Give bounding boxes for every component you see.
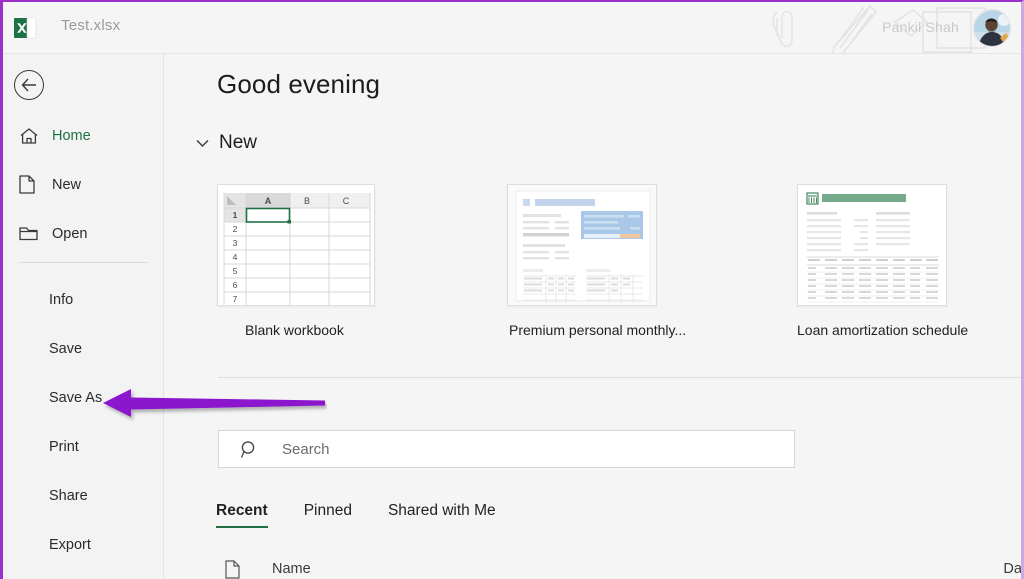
column-header-date[interactable]: Dat <box>1003 561 1021 577</box>
page-title: Good evening <box>217 69 381 99</box>
blank-workbook-thumbnail: A B C 1 2 3 4 5 6 7 <box>217 184 375 306</box>
template-gallery: A B C 1 2 3 4 5 6 7 Blank workbook Premi… <box>217 184 1017 344</box>
title-bar: Test.xlsx Pankil Shah <box>3 2 1021 54</box>
paperclip-icon <box>772 10 793 48</box>
sidebar-item-label: New <box>52 176 82 193</box>
sidebar-item-label: Info <box>49 291 74 308</box>
sidebar-item-print[interactable]: Print <box>3 422 164 471</box>
sidebar-top-nav: Home New Open Info Save Save As Print Sh… <box>3 119 164 569</box>
back-button[interactable] <box>14 70 44 100</box>
sidebar-item-save[interactable]: Save <box>3 324 164 373</box>
search-placeholder: Search <box>282 440 330 458</box>
document-title: Test.xlsx <box>61 17 121 34</box>
sidebar-item-label: Save <box>49 340 83 357</box>
file-list-header: Name Dat <box>218 554 1021 579</box>
template-label: Premium personal monthly... <box>509 322 687 338</box>
svg-text:7: 7 <box>233 294 238 304</box>
sidebar-item-new[interactable]: New <box>3 168 164 201</box>
sidebar-item-open[interactable]: Open <box>3 217 164 250</box>
svg-text:4: 4 <box>233 252 238 262</box>
svg-text:5: 5 <box>233 266 238 276</box>
svg-text:6: 6 <box>233 280 238 290</box>
tab-pinned[interactable]: Pinned <box>304 502 352 528</box>
sidebar-divider <box>19 262 148 263</box>
open-folder-icon <box>19 225 45 242</box>
file-list-tabs: Recent Pinned Shared with Me <box>216 502 532 528</box>
tab-shared-with-me[interactable]: Shared with Me <box>388 502 496 528</box>
sidebar-item-info[interactable]: Info <box>3 275 164 324</box>
sidebar-item-label: Home <box>52 127 91 144</box>
chevron-down-icon <box>190 139 214 148</box>
tab-recent[interactable]: Recent <box>216 502 268 528</box>
sidebar-item-label: Open <box>52 225 88 242</box>
tab-label: Shared with Me <box>387 502 496 519</box>
sidebar-item-save-as[interactable]: Save As <box>3 373 164 422</box>
document-icon <box>218 559 246 579</box>
main-content: Good evening New A B C 1 2 3 4 5 6 7 Bla… <box>164 54 1021 579</box>
svg-text:B: B <box>304 196 310 206</box>
loan-amortization-schedule-thumbnail <box>797 184 947 306</box>
sidebar-item-label: Save As <box>49 389 103 406</box>
content-divider <box>218 377 1021 378</box>
sidebar-item-home[interactable]: Home <box>3 119 164 152</box>
search-input[interactable]: Search <box>218 430 795 468</box>
template-label: Blank workbook <box>245 322 344 338</box>
sidebar-item-label: Print <box>49 438 79 455</box>
svg-text:A: A <box>265 196 272 206</box>
sidebar-item-share[interactable]: Share <box>3 471 164 520</box>
column-header-name[interactable]: Name <box>272 561 311 577</box>
template-card-blank-workbook[interactable]: A B C 1 2 3 4 5 6 7 Blank workbook <box>217 184 509 338</box>
excel-icon <box>14 17 37 39</box>
excel-backstage-window: Test.xlsx Pankil Shah Home New Open Info… <box>0 0 1024 579</box>
svg-text:1: 1 <box>233 210 238 220</box>
header-decorative-pattern <box>772 4 986 53</box>
svg-text:3: 3 <box>233 238 238 248</box>
svg-text:C: C <box>343 196 350 206</box>
premium-personal-monthly-budget-thumbnail <box>507 184 657 306</box>
template-label: Loan amortization schedule <box>797 322 969 338</box>
home-icon <box>19 127 45 145</box>
search-icon <box>240 440 259 459</box>
user-name-label: Pankil Shah <box>882 19 959 35</box>
svg-text:2: 2 <box>233 224 238 234</box>
template-card-loan-amortization-schedule[interactable]: Loan amortization schedule <box>797 184 1021 338</box>
back-arrow-icon <box>21 78 36 92</box>
tab-label: Pinned <box>303 502 352 519</box>
avatar[interactable] <box>973 9 1011 47</box>
pencil-icon <box>831 4 877 53</box>
tab-label: Recent <box>216 502 268 519</box>
new-section-label: New <box>219 132 258 153</box>
new-document-icon <box>19 175 45 194</box>
sidebar-item-label: Share <box>49 487 88 504</box>
new-section-header[interactable]: New <box>190 132 257 154</box>
template-card-premium-personal-monthly[interactable]: Premium personal monthly... <box>507 184 799 338</box>
sidebar: Home New Open Info Save Save As Print Sh… <box>3 54 164 579</box>
sidebar-item-export[interactable]: Export <box>3 520 164 569</box>
sidebar-item-label: Export <box>49 536 91 553</box>
